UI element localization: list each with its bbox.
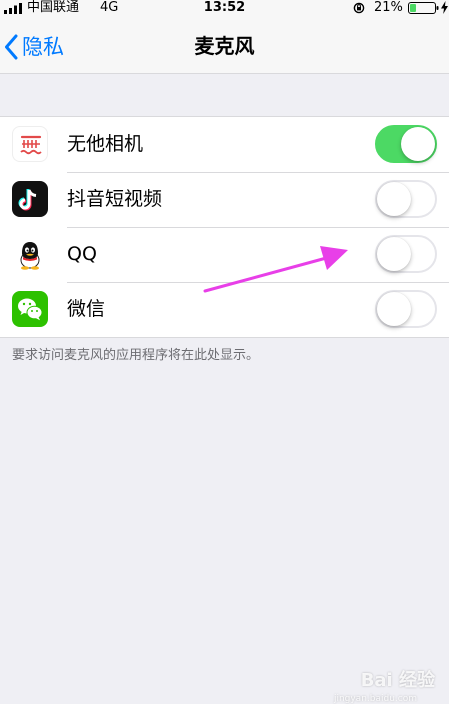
list-item-douyin: 抖音短视频 — [0, 172, 449, 227]
list-item-qq: QQ — [0, 227, 449, 282]
battery-icon — [408, 2, 439, 14]
toggle-knob — [377, 292, 411, 326]
toggle-knob — [377, 237, 411, 271]
page-title: 麦克风 — [194, 34, 255, 58]
microphone-toggle-douyin[interactable] — [375, 180, 437, 218]
orientation-lock-icon — [353, 2, 365, 14]
douyin-icon — [12, 181, 48, 217]
app-name: 微信 — [67, 298, 106, 320]
battery-percentage: 21% — [374, 0, 403, 15]
app-name: 无他相机 — [67, 133, 144, 155]
microphone-toggle-qq[interactable] — [375, 235, 437, 273]
microphone-app-list: 无他相机 抖音短视频 QQ 微信 — [0, 116, 449, 338]
charging-bolt-icon — [441, 1, 448, 14]
wuta-camera-icon — [12, 126, 48, 162]
microphone-toggle-wuta-camera[interactable] — [375, 125, 437, 163]
status-bar: 中国联通 4G 13:52 21% — [0, 0, 449, 16]
footer-note: 要求访问麦克风的应用程序将在此处显示。 — [12, 348, 260, 363]
toggle-knob — [401, 127, 435, 161]
toggle-knob — [377, 182, 411, 216]
navigation-bar: 隐私 麦克风 — [0, 16, 449, 74]
list-item-wuta-camera: 无他相机 — [0, 117, 449, 172]
watermark: Bai 经验 — [360, 670, 435, 691]
app-name: 抖音短视频 — [67, 188, 163, 210]
microphone-toggle-wechat[interactable] — [375, 290, 437, 328]
list-item-wechat: 微信 — [0, 282, 449, 337]
wechat-icon — [12, 291, 48, 327]
qq-icon — [12, 236, 48, 272]
watermark-url: jingyan.baidu.com — [333, 694, 417, 704]
app-name: QQ — [67, 243, 97, 265]
